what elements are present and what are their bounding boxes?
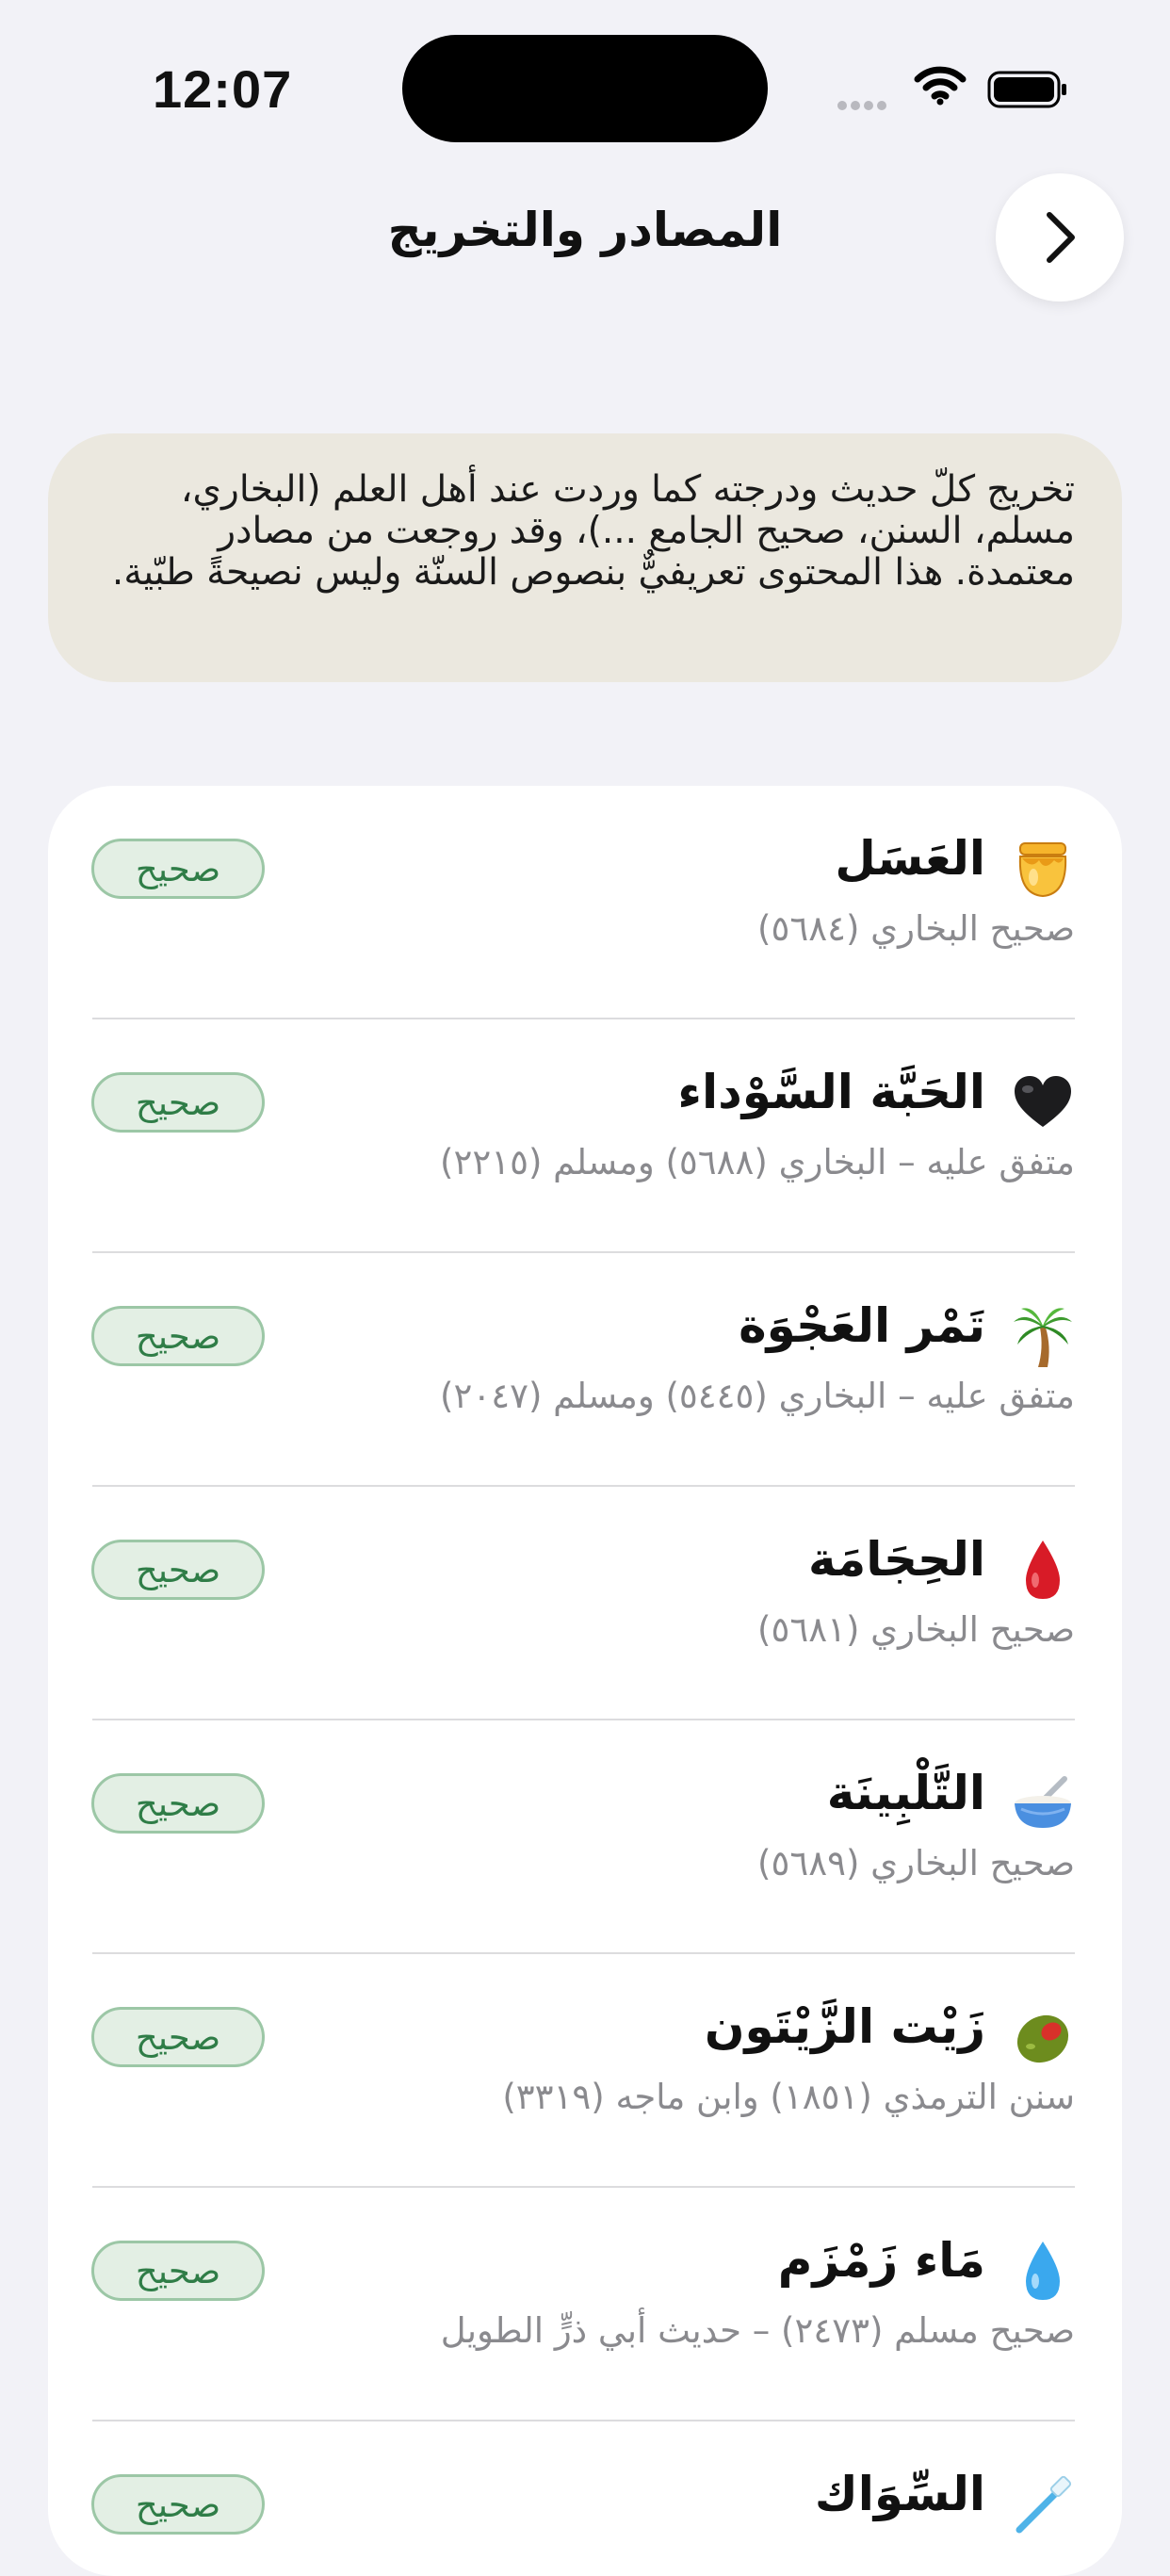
cellular-signal-icon [837,96,890,114]
disclaimer-card: تخريج كلّ حديث ودرجته كما وردت عند أهل ا… [48,433,1122,682]
disclaimer-text: تخريج كلّ حديث ودرجته كما وردت عند أهل ا… [111,468,1075,594]
wifi-icon [914,66,967,109]
item-source: متفق عليه – البخاري (٥٦٨٨) ومسلم (٢٢١٥) [440,1142,1075,1182]
list-item[interactable]: الحِجَامَة صحيح البخاري (٥٦٨١) صحيح [48,1487,1122,1720]
item-title: زَيْت الزَّيْتَون [704,1999,985,2054]
black-heart-icon [1011,1068,1075,1136]
toothbrush-icon [1011,2470,1075,2538]
list-item[interactable]: السِّوَاك صحيح [48,2421,1122,2576]
list-item[interactable]: تَمْر العَجْوَة متفق عليه – البخاري (٥٤٤… [48,1253,1122,1487]
item-title: التَّلْبِينَة [826,1766,985,1820]
bowl-spoon-icon [1011,1769,1075,1837]
water-drop-icon [1011,2237,1075,2305]
palm-tree-icon [1011,1302,1075,1370]
list-item[interactable]: الحَبَّة السَّوْداء متفق عليه – البخاري … [48,1019,1122,1253]
grade-badge: صحيح [91,839,265,899]
item-source: صحيح البخاري (٥٦٨٩) [757,1843,1075,1883]
list-item[interactable]: مَاء زَمْزَم صحيح مسلم (٢٤٧٣) – حديث أبي… [48,2188,1122,2421]
olive-icon [1011,2003,1075,2071]
item-source: متفق عليه – البخاري (٥٤٤٥) ومسلم (٢٠٤٧) [440,1376,1075,1416]
item-title: الحَبَّة السَّوْداء [677,1065,985,1119]
item-title: تَمْر العَجْوَة [739,1298,985,1353]
dynamic-island [402,35,768,142]
chevron-right-icon [1047,212,1075,263]
grade-badge: صحيح [91,2474,265,2535]
page-title: المصادر والتخريج [387,203,783,257]
back-button[interactable] [996,173,1124,302]
item-title: السِّوَاك [814,2467,985,2521]
grade-badge: صحيح [91,1540,265,1600]
item-title: مَاء زَمْزَم [777,2233,985,2288]
grade-badge: صحيح [91,2007,265,2067]
list-item[interactable]: زَيْت الزَّيْتَون سنن الترمذي (١٨٥١) واب… [48,1954,1122,2188]
item-source: صحيح مسلم (٢٤٧٣) – حديث أبي ذرٍّ الطويل [440,2310,1075,2351]
sources-list: العَسَل صحيح البخاري (٥٦٨٤) صحيح الحَبَّ… [48,786,1122,2576]
grade-badge: صحيح [91,1306,265,1366]
status-time: 12:07 [153,59,293,119]
grade-badge: صحيح [91,1773,265,1834]
item-title: العَسَل [835,831,985,886]
item-title: الحِجَامَة [807,1532,985,1587]
honey-pot-icon [1011,835,1075,903]
item-source: سنن الترمذي (١٨٥١) وابن ماجه (٣٣١٩) [502,2077,1075,2117]
grade-badge: صحيح [91,2241,265,2301]
blood-drop-icon [1011,1536,1075,1604]
list-item[interactable]: العَسَل صحيح البخاري (٥٦٨٤) صحيح [48,786,1122,1019]
list-item[interactable]: التَّلْبِينَة صحيح البخاري (٥٦٨٩) صحيح [48,1720,1122,1954]
item-source: صحيح البخاري (٥٦٨٤) [757,908,1075,949]
grade-badge: صحيح [91,1072,265,1133]
item-source: صحيح البخاري (٥٦٨١) [757,1609,1075,1650]
battery-icon [987,70,1068,113]
status-bar: 12:07 [0,0,1170,179]
